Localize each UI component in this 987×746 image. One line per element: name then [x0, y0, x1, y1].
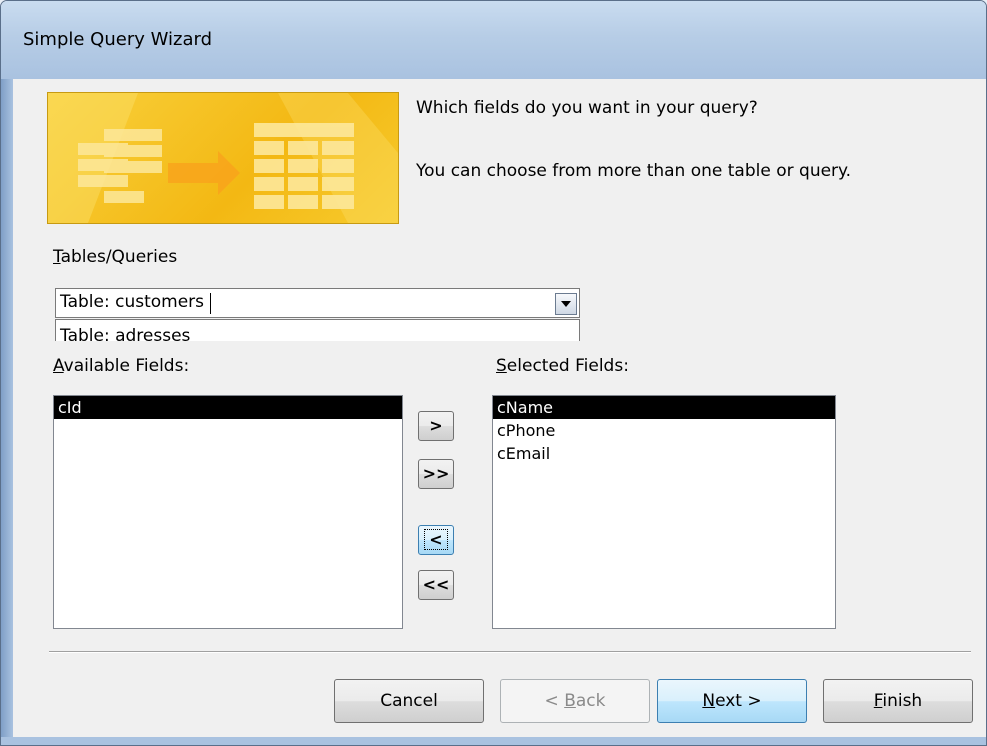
wizard-body: Which fields do you want in your query? …	[13, 79, 986, 737]
window-title: Simple Query Wizard	[23, 29, 212, 50]
tables-queries-label-text: ables/Queries	[60, 247, 178, 267]
footer-divider	[49, 651, 971, 653]
tables-to-query-illustration-icon	[48, 93, 398, 223]
selected-fields-list[interactable]: cName cPhone cEmail	[492, 395, 836, 629]
available-fields-label: Available Fields:	[53, 356, 189, 376]
add-field-button[interactable]: >	[418, 411, 454, 441]
remove-field-button[interactable]: <	[418, 525, 454, 555]
available-fields-label-text: vailable Fields:	[63, 356, 190, 376]
selected-fields-label-text: elected Fields:	[506, 356, 629, 376]
back-prefix: <	[544, 691, 565, 711]
remove-all-fields-button[interactable]: <<	[418, 570, 454, 600]
next-accel: N	[702, 691, 716, 711]
query-wizard-window: Simple Query Wizard Which fields do you …	[0, 0, 987, 746]
tables-queries-label: Tables/Queries	[53, 247, 177, 267]
back-accel: B	[564, 691, 576, 711]
tables-queries-dropdown-list[interactable]: Table: adresses	[55, 319, 580, 341]
back-button[interactable]: < Back	[500, 679, 650, 723]
list-item[interactable]: cName	[493, 396, 835, 419]
selected-fields-label: Selected Fields:	[496, 356, 629, 376]
list-item[interactable]: cPhone	[493, 419, 835, 442]
window-frame-left	[1, 79, 13, 745]
next-rest: ext >	[715, 691, 762, 711]
list-item[interactable]: cId	[54, 396, 402, 419]
next-button[interactable]: Next >	[657, 679, 807, 723]
wizard-banner-image	[47, 92, 399, 224]
selected-fields-accel: S	[496, 356, 507, 376]
remove-field-label: <	[424, 529, 448, 550]
wizard-hint: You can choose from more than one table …	[416, 161, 852, 181]
finish-button[interactable]: Finish	[823, 679, 973, 723]
cancel-button[interactable]: Cancel	[334, 679, 484, 723]
list-item[interactable]: cEmail	[493, 442, 835, 465]
window-frame-bottom	[1, 737, 986, 745]
back-rest: ack	[575, 691, 606, 711]
available-fields-list[interactable]: cId	[53, 395, 403, 629]
dropdown-item-adresses[interactable]: Table: adresses	[60, 326, 190, 341]
chevron-down-icon[interactable]	[555, 293, 577, 315]
finish-rest: inish	[882, 691, 923, 711]
available-fields-accel: A	[53, 356, 64, 376]
wizard-question: Which fields do you want in your query?	[416, 98, 758, 118]
text-caret	[210, 293, 211, 314]
add-all-fields-button[interactable]: >>	[418, 459, 454, 489]
tables-queries-value: Table: customers	[60, 292, 205, 312]
tables-queries-accel: T	[53, 247, 61, 267]
title-bar[interactable]: Simple Query Wizard	[1, 1, 986, 79]
tables-queries-combobox[interactable]: Table: customers	[55, 288, 580, 318]
